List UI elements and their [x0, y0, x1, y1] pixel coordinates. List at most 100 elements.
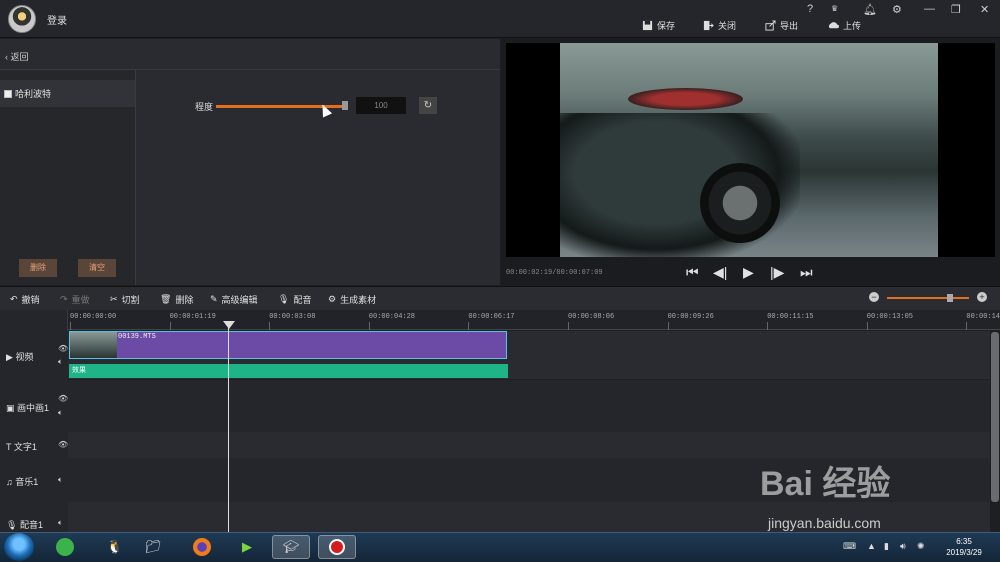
ruler-tick: [468, 322, 470, 330]
close-project-button[interactable]: 关闭: [703, 19, 736, 32]
save-button[interactable]: 保存: [642, 19, 675, 32]
playhead-line[interactable]: [228, 322, 229, 534]
step-back-icon[interactable]: ◀︎|: [713, 264, 727, 281]
text-track-name: 文字1: [13, 442, 37, 452]
ruler-tick: [866, 322, 868, 330]
restore-icon[interactable]: ❐: [951, 3, 961, 16]
usb-icon[interactable]: ▮: [884, 541, 889, 552]
checkbox[interactable]: [4, 90, 12, 98]
qq-icon[interactable]: 🐧: [96, 535, 134, 559]
back-label: 返回: [10, 52, 29, 62]
speaker-icon[interactable]: 🔈︎: [58, 357, 63, 367]
cloud-upload-icon: [828, 22, 839, 29]
start-button[interactable]: [4, 533, 34, 561]
close-icon[interactable]: ✕: [980, 3, 989, 16]
effect-clip[interactable]: 效果: [69, 364, 508, 378]
text-icon: T: [6, 442, 12, 452]
undo-icon: ↶: [10, 294, 18, 304]
export-label: 导出: [780, 21, 799, 31]
zoom-in-icon[interactable]: +: [977, 292, 987, 302]
vip-icon[interactable]: ♛: [831, 4, 838, 13]
keyboard-icon[interactable]: ⌨: [843, 541, 856, 552]
minimize-icon[interactable]: —: [924, 3, 935, 15]
clock[interactable]: 6:35 2019/3/29: [936, 536, 992, 558]
edit-toolbar: [0, 286, 1000, 310]
speaker-icon[interactable]: 🔈︎: [58, 518, 63, 528]
redo-icon: ↷: [60, 294, 68, 304]
generate-label: 生成素材: [340, 295, 377, 305]
track-label-video: ▶ 视频: [6, 350, 33, 363]
upload-button[interactable]: 上传: [828, 19, 861, 32]
video-icon: ▶: [6, 352, 13, 362]
login-link[interactable]: 登录: [47, 12, 67, 27]
pencil-icon: ✎: [210, 294, 218, 304]
undo-button[interactable]: ↶ 撤销: [10, 293, 40, 306]
zoom-slider-handle[interactable]: [947, 294, 953, 302]
firefox-icon[interactable]: [183, 535, 221, 559]
media-app-icon[interactable]: ▶: [228, 535, 266, 559]
save-icon: [642, 20, 653, 31]
ruler-tick-label: 00:00:14:: [966, 313, 1000, 321]
back-button[interactable]: ‹ 返回: [5, 50, 29, 63]
ruler-tick-label: 00:00:04:28: [368, 313, 416, 321]
ruler-tick: [368, 322, 370, 330]
bell-icon[interactable]: 🔔︎: [863, 3, 877, 16]
zoom-out-icon[interactable]: −: [869, 292, 879, 302]
degree-value-field[interactable]: 100: [356, 97, 406, 114]
volume-icon[interactable]: 🔊︎: [900, 541, 906, 552]
explorer-icon[interactable]: 📁︎: [134, 535, 172, 559]
cut-label: 切割: [121, 295, 140, 305]
timeline-scrollbar[interactable]: [991, 332, 999, 502]
undo-label: 撤销: [21, 295, 40, 305]
tray-up-icon[interactable]: ▲: [867, 541, 876, 551]
export-button[interactable]: 导出: [765, 19, 798, 32]
eye-icon[interactable]: 👁︎: [58, 344, 68, 353]
play-icon[interactable]: ▶: [743, 264, 754, 281]
film-reel-icon: ⚙: [328, 294, 337, 304]
upload-label: 上传: [843, 21, 862, 31]
speaker-icon[interactable]: 🔈︎: [58, 475, 63, 485]
effect-item[interactable]: 哈利波特: [0, 80, 135, 107]
app-360-icon[interactable]: [46, 535, 84, 559]
flowers-image: [628, 88, 743, 110]
watermark-brand: Bai 经验: [760, 465, 891, 503]
ruler-tick-label: 00:00:13:05: [866, 313, 914, 321]
skip-start-icon[interactable]: ⏮: [686, 264, 699, 281]
pip-lane: [0, 380, 990, 432]
generate-material-button[interactable]: ⚙ 生成素材: [328, 293, 376, 306]
clear-effects-button[interactable]: 清空: [78, 259, 116, 277]
reset-icon[interactable]: ↻: [419, 97, 437, 114]
dub-button[interactable]: 🎙︎ 配音: [278, 293, 311, 306]
zoom-slider[interactable]: [887, 297, 969, 299]
network-icon[interactable]: ✺: [917, 541, 925, 552]
ruler-tick: [568, 322, 569, 330]
speaker-icon[interactable]: 🔈︎: [58, 408, 63, 418]
wheel-image: [700, 163, 780, 243]
effect-item-label: 哈利波特: [15, 89, 52, 99]
degree-slider-handle[interactable]: [342, 101, 348, 110]
cut-button[interactable]: ✂ 切割: [110, 293, 140, 306]
playhead-handle[interactable]: [223, 321, 235, 329]
ruler-tick: [667, 322, 669, 330]
avatar[interactable]: [8, 5, 36, 33]
delete-button[interactable]: 🗑︎ 删除: [160, 293, 193, 306]
skip-end-icon[interactable]: ⏭: [800, 264, 813, 281]
help-icon[interactable]: ?: [807, 3, 813, 15]
redo-button[interactable]: ↷ 重做: [60, 293, 90, 306]
gear-icon[interactable]: ⚙: [892, 3, 902, 16]
recorder-icon[interactable]: [318, 535, 356, 559]
delete-effect-button[interactable]: 删除: [19, 259, 57, 277]
ruler-tick: [70, 322, 71, 330]
video-editor-taskbar-icon[interactable]: 🎓︎: [272, 535, 310, 559]
ruler-tick: [767, 322, 769, 330]
step-forward-icon[interactable]: |▶︎: [770, 264, 784, 281]
pip-track-name: 画中画1: [17, 403, 50, 413]
track-label-pip: ▣ 画中画1: [6, 401, 49, 414]
video-track-name: 视频: [15, 352, 34, 362]
exit-icon: [703, 20, 714, 31]
advanced-edit-button[interactable]: ✎ 高级编辑: [210, 293, 258, 306]
trash-icon: 🗑︎: [160, 294, 172, 304]
eye-icon[interactable]: 👁︎: [58, 394, 68, 403]
eye-icon[interactable]: 👁︎: [58, 440, 68, 449]
ruler-tick-label: 00:00:11:15: [767, 313, 814, 321]
